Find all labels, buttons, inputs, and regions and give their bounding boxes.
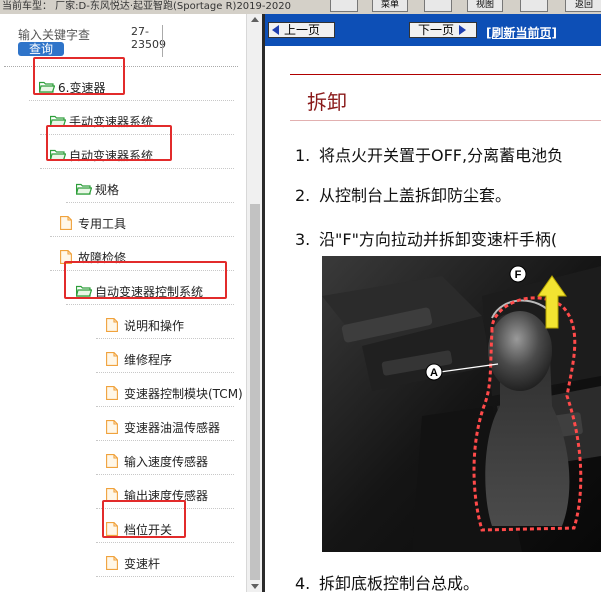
tree-node[interactable]: 维修程序: [106, 348, 172, 370]
scroll-thumb[interactable]: [250, 204, 260, 580]
right-arrow-icon: [459, 25, 467, 35]
toolbar-button-back[interactable]: 返回: [565, 0, 601, 12]
tree-node-label: 规格: [95, 182, 120, 197]
document-icon: [106, 420, 118, 434]
toolbar-button-5[interactable]: [520, 0, 548, 12]
tree-row-separator: [96, 372, 234, 373]
tree-row-separator: [66, 202, 234, 203]
step-2: 2. 从控制台上盖拆卸防尘套。: [295, 186, 512, 205]
step-3: 3. 沿"F"方向拉动并拆卸变速杆手柄(: [295, 230, 558, 249]
shift-lever-illustration: F A: [322, 256, 601, 552]
tree-row-separator: [29, 100, 234, 101]
tree-scrollbar[interactable]: [246, 14, 263, 592]
search-button[interactable]: 查询: [18, 42, 64, 56]
tree-row-separator: [50, 236, 234, 237]
toolbar-button-1[interactable]: [330, 0, 358, 12]
label-f: F: [515, 269, 522, 281]
tree-row-separator: [96, 542, 234, 543]
step-4: 4. 拆卸底板控制台总成。: [295, 574, 480, 592]
page-code: 27- 23509: [131, 25, 166, 51]
search-input[interactable]: [18, 27, 113, 43]
tree-row-separator: [96, 474, 234, 475]
tree-node-label: 变速器油温传感器: [124, 420, 221, 435]
tree-row-separator: [96, 576, 234, 577]
content-panel: 上一页 下一页 [刷新当前页] 拆卸 1. 将点火开关置于OFF,分离蓄电池负 2…: [265, 14, 601, 592]
next-page-button[interactable]: 下一页: [409, 22, 477, 38]
tree-node[interactable]: 输入速度传感器: [106, 450, 208, 472]
scroll-down-arrow-icon[interactable]: [251, 584, 259, 589]
left-arrow-icon: [272, 25, 279, 35]
scroll-up-arrow-icon[interactable]: [251, 17, 259, 22]
document-icon: [60, 216, 72, 230]
folder-open-icon: [76, 183, 92, 195]
tree-node-label: 输入速度传感器: [124, 454, 209, 469]
tree-node-label: 说明和操作: [124, 318, 185, 333]
document-icon: [106, 318, 118, 332]
tree-row-separator: [96, 338, 234, 339]
toolbar-button-3[interactable]: [424, 0, 452, 12]
shift-lever-photo: F A: [322, 256, 601, 552]
vehicle-info: 当前车型： 厂家:D-东风悦达·起亚智跑(Sportage R)2019-202…: [2, 1, 291, 12]
document-icon: [106, 352, 118, 366]
tree-node[interactable]: 变速杆: [106, 552, 160, 574]
annotation-highlight-box: [64, 261, 227, 299]
tree-node[interactable]: 规格: [76, 178, 119, 200]
tree-row-separator: [96, 440, 234, 441]
top-status-bar: 当前车型： 厂家:D-东风悦达·起亚智跑(Sportage R)2019-202…: [0, 0, 601, 14]
page-nav-bar: 上一页 下一页 [刷新当前页]: [265, 14, 601, 46]
refresh-page-link[interactable]: [刷新当前页]: [486, 24, 557, 41]
step-1: 1. 将点火开关置于OFF,分离蓄电池负: [295, 146, 564, 165]
toolbar-button-menu[interactable]: 菜单: [372, 0, 408, 12]
tree-node[interactable]: 变速器控制模块(TCM): [106, 382, 243, 404]
annotation-highlight-box: [102, 500, 186, 538]
title-rule-top: [290, 74, 601, 75]
document-icon: [106, 556, 118, 570]
tree-panel: 查询 27- 23509 6.变速器手动变速器系统自动变速器系统规格专用工具故障…: [0, 14, 262, 592]
tree-node-label: 专用工具: [78, 216, 127, 231]
tree-row-separator: [66, 304, 234, 305]
tree-row-separator: [40, 168, 234, 169]
tree-node[interactable]: 专用工具: [60, 212, 126, 234]
toolbar-button-view[interactable]: 视图: [467, 0, 503, 12]
tree-node[interactable]: 说明和操作: [106, 314, 184, 336]
title-rule-bottom: [290, 120, 601, 121]
prev-page-button[interactable]: 上一页: [268, 22, 335, 38]
tree-node-label: 维修程序: [124, 352, 173, 367]
tree-node-label: 变速器控制模块(TCM): [124, 386, 243, 401]
document-icon: [106, 454, 118, 468]
search-divider: [162, 25, 163, 57]
tree-node[interactable]: 变速器油温传感器: [106, 416, 220, 438]
tree-node-label: 变速杆: [124, 556, 161, 571]
tree-row-separator: [96, 406, 234, 407]
document-icon: [106, 386, 118, 400]
label-a: A: [430, 367, 438, 379]
annotation-highlight-box: [46, 125, 172, 161]
annotation-highlight-box: [33, 57, 125, 95]
section-title: 拆卸: [307, 90, 347, 114]
